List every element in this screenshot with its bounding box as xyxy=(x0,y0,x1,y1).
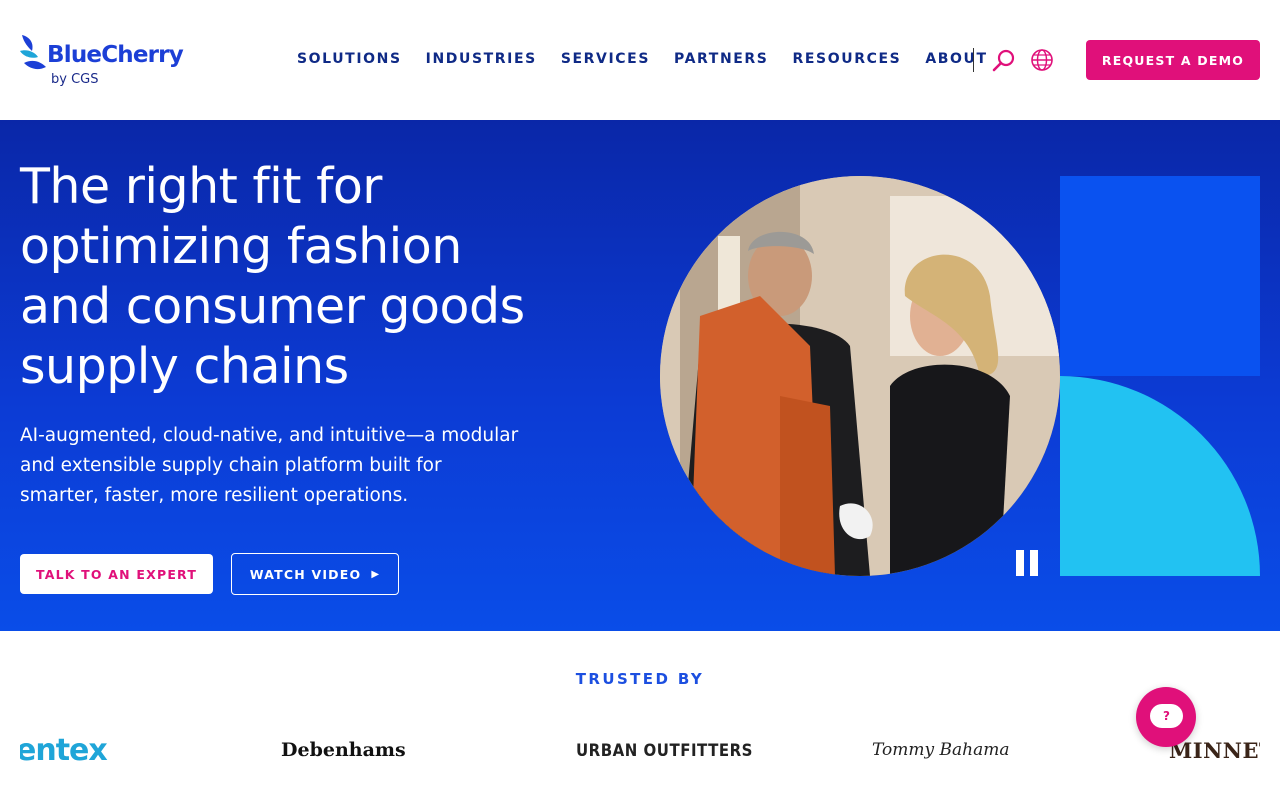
decorative-quarter-circle xyxy=(1060,376,1260,576)
site-header: BlueCherry by CGS SOLUTIONS INDUSTRIES S… xyxy=(0,0,1280,120)
hero-subtitle: AI-augmented, cloud-native, and intuitiv… xyxy=(20,425,519,506)
hero-photo xyxy=(660,176,1060,576)
nav-item-partners[interactable]: PARTNERS xyxy=(674,51,768,67)
request-demo-button[interactable]: REQUEST A DEMO xyxy=(1086,40,1260,80)
nav-item-solutions[interactable]: SOLUTIONS xyxy=(297,51,402,67)
chat-widget-button[interactable]: ? xyxy=(1136,687,1196,747)
client-logo-debenhams: Debenhams xyxy=(281,739,406,761)
globe-icon[interactable] xyxy=(1030,48,1054,72)
bluecherry-logo[interactable]: BlueCherry by CGS xyxy=(20,33,190,89)
nav-item-about[interactable]: ABOUT xyxy=(925,51,987,67)
nav-divider xyxy=(973,48,974,72)
logo-subtitle: by CGS xyxy=(51,72,99,87)
trusted-by-heading: TRUSTED BY xyxy=(575,670,705,688)
hero-section: The right fit for optimizing fashion and… xyxy=(0,120,1280,631)
play-icon: ▶ xyxy=(371,568,381,580)
hero-photo-illustration xyxy=(660,176,1060,576)
watch-video-button[interactable]: WATCH VIDEO ▶ xyxy=(231,553,399,595)
main-nav: SOLUTIONS INDUSTRIES SERVICES PARTNERS R… xyxy=(297,51,988,67)
decorative-square xyxy=(1060,176,1260,376)
watch-video-label: WATCH VIDEO xyxy=(249,566,362,582)
search-icon[interactable] xyxy=(992,48,1016,72)
client-logo-centex: entex xyxy=(20,732,108,768)
chat-label: ? xyxy=(1163,709,1170,723)
talk-to-expert-button[interactable]: TALK TO AN EXPERT xyxy=(20,554,213,594)
nav-item-industries[interactable]: INDUSTRIES xyxy=(426,51,537,67)
bluecherry-logo-icon xyxy=(20,35,46,70)
logo-wordmark: BlueCherry xyxy=(47,42,184,68)
pause-icon[interactable] xyxy=(1016,550,1040,576)
chat-bubble-icon: ? xyxy=(1150,704,1183,728)
nav-item-resources[interactable]: RESOURCES xyxy=(793,51,902,67)
client-logo-tommy-bahama: Tommy Bahama xyxy=(872,740,1010,760)
nav-item-services[interactable]: SERVICES xyxy=(561,51,650,67)
hero-title: The right fit for optimizing fashion and… xyxy=(20,158,525,395)
client-logo-urban-outfitters: URBAN OUTFITTERS xyxy=(576,739,753,761)
client-logos-carousel: entex Debenhams URBAN OUTFITTERS Tommy B… xyxy=(20,720,1260,780)
